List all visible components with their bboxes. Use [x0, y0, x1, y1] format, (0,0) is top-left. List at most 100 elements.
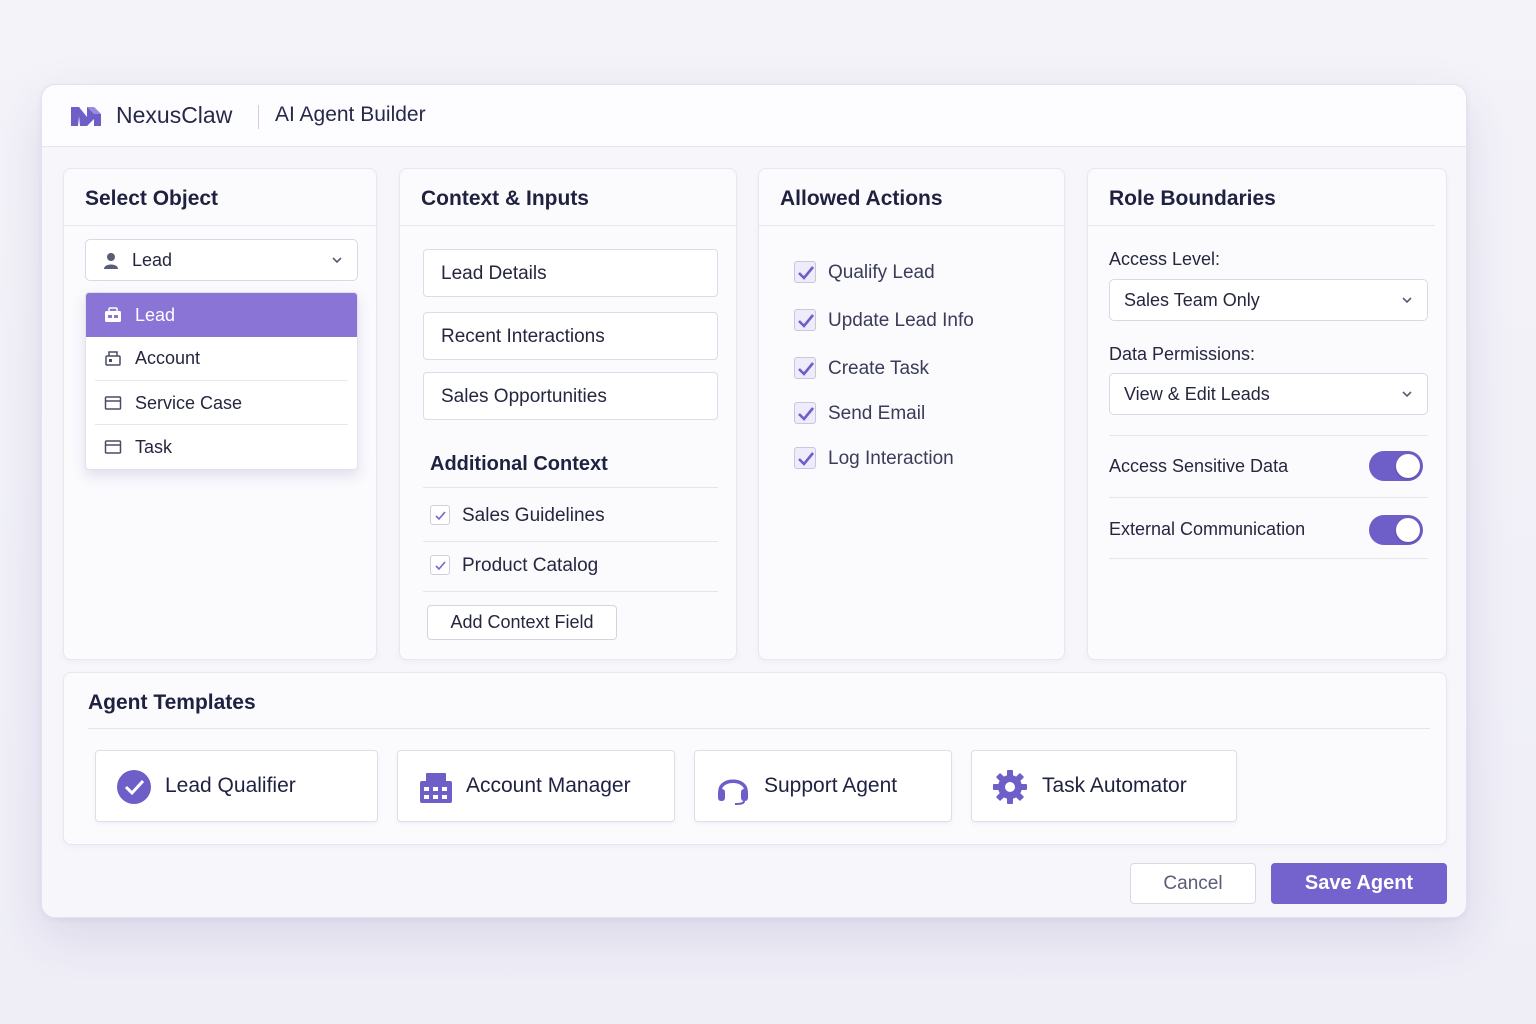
- panel-header: Allowed Actions: [759, 169, 1064, 226]
- panel-title: Allowed Actions: [780, 187, 943, 210]
- toggle-label: Access Sensitive Data: [1109, 456, 1289, 476]
- access-sensitive-data-toggle[interactable]: [1369, 451, 1423, 481]
- check-icon: [798, 407, 815, 421]
- log-interaction-checkbox[interactable]: [794, 447, 816, 469]
- context-input-sales-opportunities[interactable]: Sales Opportunities: [423, 372, 718, 420]
- context-input-recent-interactions[interactable]: Recent Interactions: [423, 312, 718, 360]
- select-object-panel: Select Object Lead Lead Account Service …: [63, 168, 377, 660]
- action-label: Update Lead Info: [828, 310, 974, 331]
- data-permissions-select[interactable]: View & Edit Leads: [1109, 373, 1428, 415]
- agent-builder-window: NexusClaw AI Agent Builder Select Object…: [41, 84, 1467, 918]
- check-icon: [798, 452, 815, 466]
- template-label: Task Automator: [1042, 774, 1187, 797]
- toggle-knob: [1396, 454, 1420, 478]
- create-task-checkbox[interactable]: [794, 357, 816, 379]
- access-level-select[interactable]: Sales Team Only: [1109, 279, 1428, 321]
- agent-templates-panel: Agent Templates Lead Qualifier Account M…: [63, 672, 1447, 845]
- template-task-automator[interactable]: Task Automator: [971, 750, 1237, 822]
- dropdown-option-label: Lead: [135, 305, 176, 325]
- context-input-label: Recent Interactions: [441, 326, 605, 347]
- qualify-lead-checkbox[interactable]: [794, 261, 816, 283]
- app-title: AI Agent Builder: [275, 103, 426, 126]
- check-icon: [435, 561, 446, 571]
- allowed-actions-panel: Allowed Actions Qualify Lead Update Lead…: [758, 168, 1065, 660]
- context-input-lead-details[interactable]: Lead Details: [423, 249, 718, 297]
- title-bar: NexusClaw AI Agent Builder: [42, 85, 1466, 147]
- object-select[interactable]: Lead: [85, 239, 358, 281]
- chevron-down-icon: [332, 257, 342, 264]
- panel-title: Context & Inputs: [421, 187, 589, 210]
- panel-header: Context & Inputs: [400, 169, 736, 226]
- window-icon: [104, 440, 122, 454]
- headset-icon: [718, 779, 748, 805]
- check-icon: [435, 511, 446, 521]
- product-catalog-checkbox[interactable]: [430, 555, 450, 575]
- check-circle-icon: [117, 770, 151, 804]
- building-icon: [420, 773, 452, 803]
- check-icon: [798, 362, 815, 376]
- panel-header: Select Object: [64, 169, 376, 226]
- additional-context-title: Additional Context: [430, 453, 608, 475]
- nexusclaw-logo-icon: [71, 107, 101, 126]
- person-icon: [104, 253, 118, 269]
- dropdown-option-label: Account: [135, 348, 201, 368]
- template-label: Support Agent: [764, 774, 898, 797]
- dropdown-option-lead[interactable]: Lead: [86, 293, 357, 337]
- dropdown-option-label: Task: [135, 437, 173, 457]
- account-icon: [105, 351, 121, 366]
- divider: [1109, 435, 1428, 436]
- divider: [1109, 497, 1428, 498]
- object-dropdown-menu: Lead Account Service Case Task: [85, 292, 358, 470]
- divider: [1109, 558, 1428, 559]
- action-label: Send Email: [828, 403, 926, 424]
- access-level-label: Access Level:: [1109, 249, 1221, 269]
- divider: [423, 541, 718, 542]
- title-divider: [258, 105, 259, 129]
- send-email-checkbox[interactable]: [794, 402, 816, 424]
- toggle-label: External Communication: [1109, 519, 1306, 539]
- template-lead-qualifier[interactable]: Lead Qualifier: [95, 750, 378, 822]
- panel-title: Agent Templates: [88, 691, 256, 714]
- panel-title: Select Object: [85, 187, 219, 210]
- update-lead-info-checkbox[interactable]: [794, 309, 816, 331]
- chevron-down-icon: [1402, 391, 1412, 398]
- action-label: Log Interaction: [828, 448, 954, 469]
- dropdown-option-account[interactable]: Account: [86, 336, 357, 380]
- role-boundaries-panel: Role Boundaries Access Level: Sales Team…: [1087, 168, 1447, 660]
- brand-name: NexusClaw: [116, 102, 233, 128]
- panel-header: Role Boundaries: [1088, 169, 1435, 226]
- divider: [423, 591, 718, 592]
- check-icon: [798, 314, 815, 328]
- action-label: Create Task: [828, 358, 930, 379]
- divider: [423, 487, 718, 488]
- template-support-agent[interactable]: Support Agent: [694, 750, 952, 822]
- cancel-button[interactable]: Cancel: [1130, 863, 1256, 904]
- action-label: Qualify Lead: [828, 262, 935, 283]
- access-level-value: Sales Team Only: [1124, 290, 1260, 310]
- context-input-label: Sales Opportunities: [441, 386, 607, 407]
- chevron-down-icon: [1402, 297, 1412, 304]
- gear-icon: [993, 770, 1027, 804]
- divider: [88, 728, 1430, 729]
- save-agent-button[interactable]: Save Agent: [1271, 863, 1447, 904]
- product-catalog-label: Product Catalog: [462, 555, 599, 576]
- template-account-manager[interactable]: Account Manager: [397, 750, 675, 822]
- template-label: Lead Qualifier: [165, 774, 296, 797]
- dropdown-option-service-case[interactable]: Service Case: [86, 381, 357, 425]
- external-communication-toggle[interactable]: [1369, 515, 1423, 545]
- data-permissions-label: Data Permissions:: [1109, 344, 1256, 364]
- panel-title: Role Boundaries: [1109, 187, 1276, 210]
- context-input-label: Lead Details: [441, 263, 547, 284]
- dropdown-option-task[interactable]: Task: [86, 425, 357, 469]
- add-context-field-button[interactable]: Add Context Field: [427, 605, 617, 640]
- dropdown-option-label: Service Case: [135, 393, 243, 413]
- context-inputs-panel: Context & Inputs Lead Details Recent Int…: [399, 168, 737, 660]
- sales-guidelines-checkbox[interactable]: [430, 505, 450, 525]
- object-select-value: Lead: [132, 250, 173, 270]
- check-icon: [798, 266, 815, 280]
- toggle-knob: [1396, 518, 1420, 542]
- template-label: Account Manager: [466, 774, 631, 797]
- window-icon: [104, 396, 122, 410]
- data-permissions-value: View & Edit Leads: [1124, 384, 1270, 404]
- sales-guidelines-label: Sales Guidelines: [462, 505, 605, 526]
